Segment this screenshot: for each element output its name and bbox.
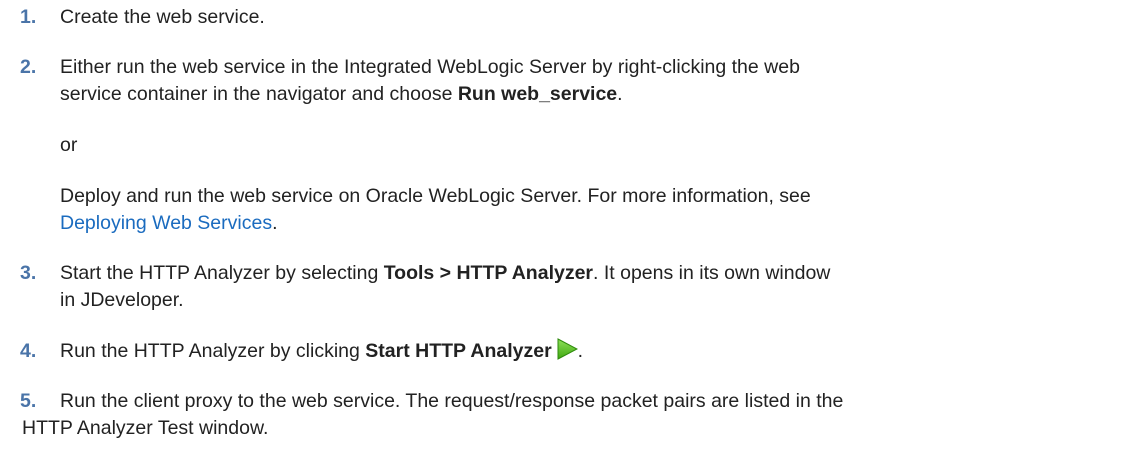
button-name: Start HTTP Analyzer (365, 340, 552, 362)
deploy-line: Deploy and run the web service on Oracle… (60, 185, 811, 207)
step-line: in JDeveloper. (60, 289, 184, 311)
step-number: 4. (20, 340, 37, 362)
step-line: Start the HTTP Analyzer by selecting Too… (60, 262, 831, 284)
step-text: Start the HTTP Analyzer by selecting Too… (60, 260, 830, 314)
step-number: 1. (20, 6, 37, 28)
menu-command: Run web_service (457, 83, 618, 105)
step-line: Run the client proxy to the web service.… (60, 390, 844, 412)
step-line: Either run the web service in the Integr… (60, 56, 800, 78)
step-text: Run the HTTP Analyzer by clicking Start … (60, 338, 583, 368)
step-number: 3. (20, 262, 37, 284)
deploying-web-services-link[interactable]: Deploying Web Services (60, 212, 272, 234)
step-number: 5. (20, 390, 37, 412)
step-line: HTTP Analyzer Test window. (22, 417, 269, 439)
step-number: 2. (20, 56, 37, 78)
step-line: service container in the navigator and c… (60, 83, 623, 105)
step-text: Create the web service. (60, 6, 265, 28)
menu-command: Tools > HTTP Analyzer (383, 262, 594, 284)
step-text: Either run the web service in the Integr… (60, 54, 800, 108)
step-text: Run the client proxy to the web service.… (22, 388, 844, 442)
play-icon (556, 338, 578, 368)
or-text: or (60, 134, 78, 156)
deploy-line: Deploying Web Services. (60, 212, 278, 234)
